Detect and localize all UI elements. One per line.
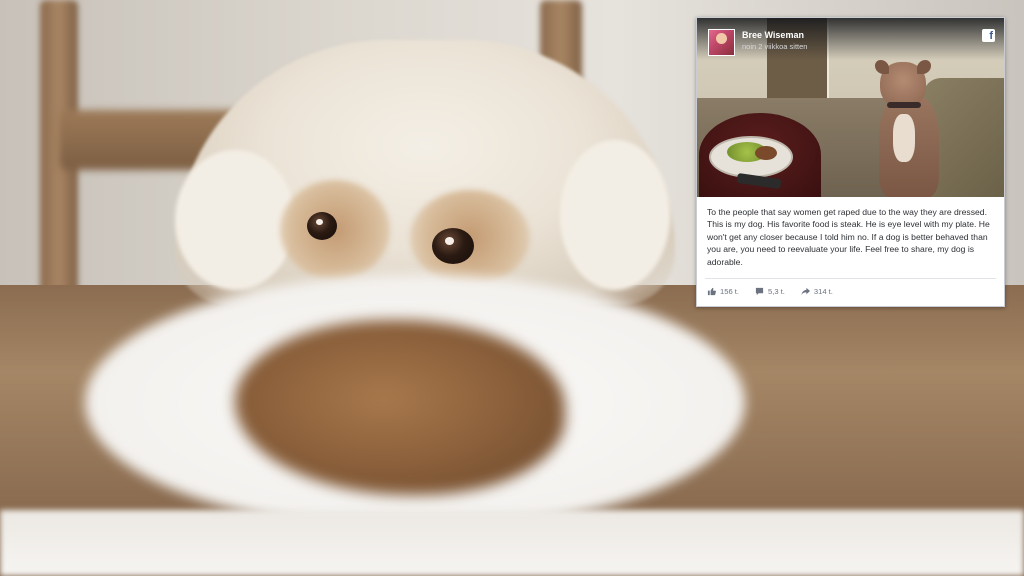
- divider: [705, 278, 996, 279]
- share-arrow-icon: [801, 287, 810, 296]
- share-count[interactable]: 314 t.: [801, 287, 833, 296]
- pitbull-ear-left: [875, 60, 889, 74]
- comment-count[interactable]: 5,3 t.: [755, 287, 785, 296]
- author-name[interactable]: Bree Wiseman: [742, 30, 804, 40]
- pitbull-collar: [887, 102, 921, 108]
- pitbull-chest: [893, 114, 915, 162]
- poodle-fur-right: [560, 140, 670, 290]
- tablecloth-edge: [0, 510, 1024, 576]
- post-text: To the people that say women get raped d…: [707, 207, 990, 267]
- post-stats: 156 t. 5,3 t. 314 t.: [707, 284, 833, 298]
- thumbs-up-icon: [707, 287, 716, 296]
- comment-icon: [755, 287, 764, 296]
- like-count-label: 156 t.: [720, 286, 739, 296]
- post-timestamp[interactable]: noin 2 viikkoa sitten: [742, 42, 807, 51]
- share-count-label: 314 t.: [813, 286, 833, 296]
- like-count[interactable]: 156 t.: [707, 287, 739, 296]
- room-steak: [755, 146, 777, 160]
- facebook-logo-icon[interactable]: f: [982, 29, 995, 42]
- poodle-fur-left: [175, 150, 295, 290]
- author-avatar[interactable]: [708, 29, 735, 56]
- comment-count-label: 5,3 t.: [768, 286, 785, 296]
- poodle-eye-right: [432, 228, 474, 264]
- poodle-eye-left: [307, 212, 337, 240]
- facebook-post-card: Bree Wiseman noin 2 viikkoa sitten f To …: [696, 17, 1005, 307]
